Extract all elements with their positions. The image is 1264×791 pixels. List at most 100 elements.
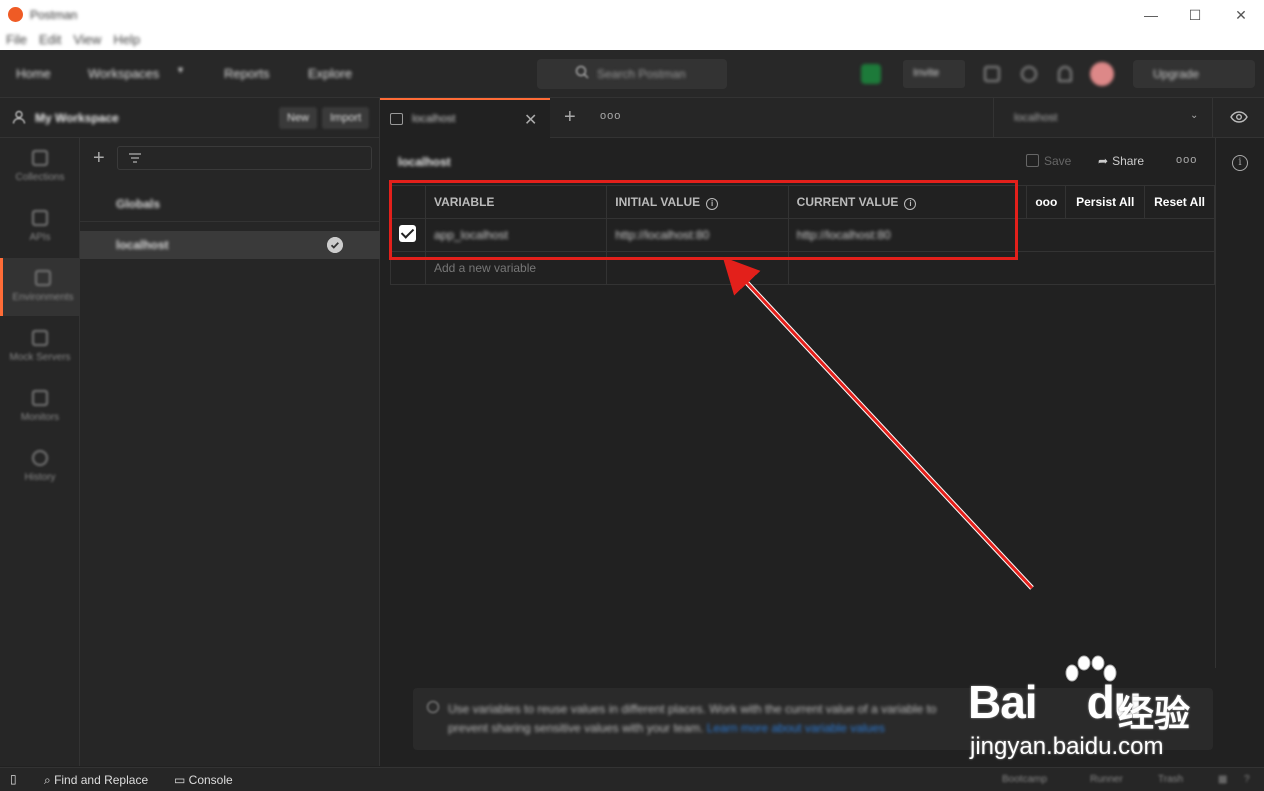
watermark-brand: Bai du bbox=[968, 675, 1142, 729]
bootcamp-button[interactable]: Bootcamp bbox=[1002, 774, 1047, 785]
menu-bar: File Edit View Help bbox=[0, 30, 1264, 50]
invite-button[interactable]: Invite bbox=[903, 60, 965, 88]
sidebar-item-label: Mock Servers bbox=[9, 352, 71, 363]
sidebar-item-environments[interactable]: Environments bbox=[0, 258, 80, 316]
search-input[interactable]: Search Postman bbox=[537, 59, 727, 89]
tab-bar: localhost ✕ + ooo localhost ⌄ bbox=[380, 98, 1264, 138]
console-label: Console bbox=[188, 773, 233, 787]
active-check-icon[interactable] bbox=[327, 237, 343, 253]
menu-view[interactable]: View bbox=[73, 30, 101, 50]
new-tab-button[interactable]: + bbox=[564, 106, 576, 129]
sidebar-item-label: Environments bbox=[12, 292, 74, 303]
nav-home[interactable]: Home bbox=[16, 66, 51, 81]
filter-input[interactable] bbox=[117, 146, 372, 170]
maximize-button[interactable]: ☐ bbox=[1180, 4, 1210, 26]
environment-label: Globals bbox=[116, 197, 161, 211]
upgrade-button[interactable]: Upgrade bbox=[1133, 60, 1255, 88]
share-button[interactable]: ➦ Share bbox=[1098, 154, 1144, 168]
close-icon[interactable]: ✕ bbox=[524, 110, 537, 130]
watermark-url: jingyan.baidu.com bbox=[970, 733, 1164, 760]
search-icon bbox=[575, 65, 589, 79]
collections-icon bbox=[32, 150, 48, 166]
sidebar-item-history[interactable]: History bbox=[0, 438, 80, 496]
satellite-icon[interactable] bbox=[984, 66, 1000, 82]
sidebar-item-label: Collections bbox=[15, 172, 65, 183]
apis-icon bbox=[32, 210, 48, 226]
top-nav: Home Workspaces ▾ Reports Explore Search… bbox=[0, 50, 1264, 98]
mock-servers-icon bbox=[32, 330, 48, 346]
table-more-button[interactable]: ooo bbox=[1026, 185, 1067, 219]
find-replace-button[interactable]: ⌕ Find and Replace bbox=[44, 773, 148, 788]
menu-edit[interactable]: Edit bbox=[39, 30, 61, 50]
search-placeholder: Search Postman bbox=[597, 67, 686, 81]
upgrade-label: Upgrade bbox=[1153, 67, 1200, 81]
sync-status-icon[interactable] bbox=[861, 64, 881, 84]
tab-label: localhost bbox=[412, 113, 456, 125]
new-button[interactable]: New bbox=[279, 107, 318, 129]
menu-help[interactable]: Help bbox=[113, 30, 140, 50]
sidebar-item-monitors[interactable]: Monitors bbox=[0, 378, 80, 436]
right-sidebar: i bbox=[1215, 138, 1264, 668]
highlight-annotation-box bbox=[389, 180, 1018, 260]
filter-icon bbox=[129, 153, 141, 163]
trash-button[interactable]: Trash bbox=[1158, 774, 1183, 785]
workspace-header: My Workspace New Import bbox=[0, 98, 380, 138]
environments-icon bbox=[35, 270, 51, 286]
sidebar-item-label: APIs bbox=[29, 232, 51, 243]
user-icon bbox=[12, 110, 26, 124]
sidebar-item-label: History bbox=[24, 472, 56, 483]
app-title: Postman bbox=[30, 8, 78, 22]
postman-logo-icon bbox=[8, 7, 23, 22]
environment-selector-value: localhost bbox=[1014, 112, 1058, 124]
workspace-title[interactable]: My Workspace bbox=[35, 111, 119, 125]
sidebar-item-mock-servers[interactable]: Mock Servers bbox=[0, 318, 80, 376]
status-bar: ▯ ⌕ Find and Replace ▭ Console Bootcamp … bbox=[0, 767, 1264, 791]
toggle-sidebar-icon[interactable]: ▯ bbox=[10, 772, 17, 786]
info-icon[interactable]: i bbox=[1232, 155, 1248, 171]
find-replace-label: Find and Replace bbox=[54, 773, 149, 787]
history-icon bbox=[32, 450, 48, 466]
avatar[interactable] bbox=[1090, 62, 1114, 86]
nav-explore[interactable]: Explore bbox=[308, 66, 352, 81]
watermark-chinese: 经验 bbox=[1118, 693, 1191, 734]
nav-reports[interactable]: Reports bbox=[224, 66, 270, 81]
environment-item-localhost[interactable]: localhost bbox=[80, 231, 380, 259]
bell-icon[interactable] bbox=[1058, 66, 1072, 82]
share-label: Share bbox=[1112, 154, 1145, 168]
menu-file[interactable]: File bbox=[6, 30, 27, 50]
hint-text: Use variables to reuse values in differe… bbox=[448, 700, 978, 738]
console-icon: ▭ bbox=[174, 773, 189, 787]
chevron-down-icon: ⌄ bbox=[1190, 110, 1199, 121]
add-environment-button[interactable]: + bbox=[93, 148, 105, 168]
help-icon[interactable]: ? bbox=[1244, 774, 1250, 785]
learn-more-link[interactable]: Learn more about variable values bbox=[707, 721, 885, 735]
runner-button[interactable]: Runner bbox=[1090, 774, 1123, 785]
more-icon[interactable]: ooo bbox=[1176, 154, 1197, 166]
environment-tab-icon bbox=[390, 113, 403, 125]
save-button[interactable]: Save bbox=[1026, 154, 1071, 168]
console-button[interactable]: ▭ Console bbox=[174, 773, 233, 787]
import-button[interactable]: Import bbox=[322, 107, 370, 129]
page-title: localhost bbox=[398, 155, 451, 169]
environment-label: localhost bbox=[116, 238, 169, 252]
save-icon bbox=[1026, 154, 1039, 167]
tab-localhost[interactable]: localhost ✕ bbox=[380, 98, 550, 138]
baidu-watermark: Bai du 经验 jingyan.baidu.com bbox=[968, 655, 1198, 765]
sidebar-item-apis[interactable]: APIs bbox=[0, 198, 80, 256]
chevron-down-icon[interactable]: ▾ bbox=[178, 65, 183, 76]
environment-selector[interactable]: localhost ⌄ bbox=[993, 98, 1213, 138]
more-icon[interactable]: ooo bbox=[600, 110, 621, 122]
minimize-button[interactable]: — bbox=[1136, 4, 1166, 26]
reset-all-button[interactable]: Reset All bbox=[1144, 185, 1215, 219]
layout-icon[interactable]: ▦ bbox=[1218, 774, 1227, 785]
sidebar-item-label: Monitors bbox=[20, 412, 60, 423]
search-icon: ⌕ bbox=[44, 773, 55, 787]
nav-workspaces[interactable]: Workspaces bbox=[88, 66, 159, 81]
persist-all-button[interactable]: Persist All bbox=[1065, 185, 1146, 219]
close-window-button[interactable]: ✕ bbox=[1226, 4, 1256, 26]
settings-icon[interactable] bbox=[1021, 66, 1037, 82]
environment-item-globals[interactable]: Globals bbox=[80, 186, 380, 222]
sidebar-item-collections[interactable]: Collections bbox=[0, 138, 80, 196]
add-variable-placeholder: Add a new variable bbox=[433, 261, 537, 275]
eye-icon[interactable] bbox=[1230, 110, 1248, 124]
